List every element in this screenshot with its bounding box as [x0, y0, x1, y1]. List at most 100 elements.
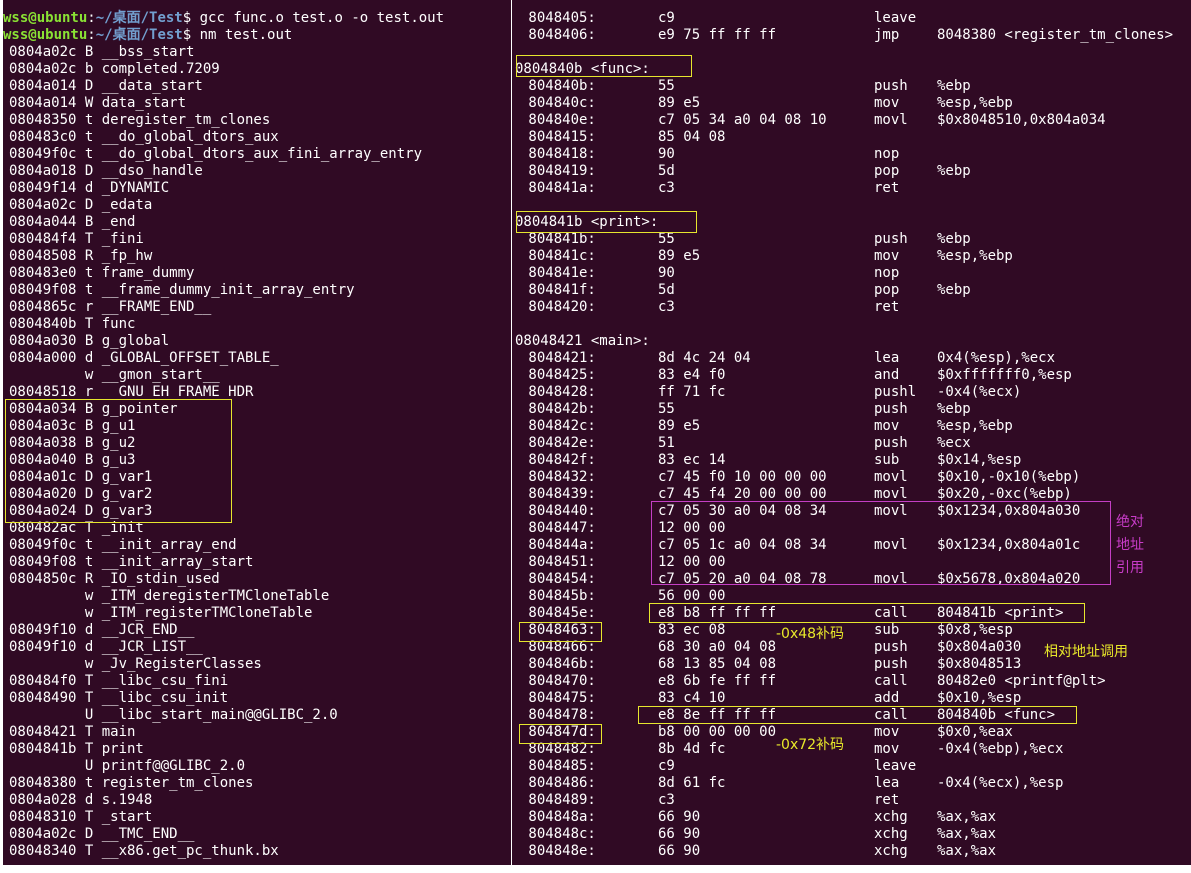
asm-addr: 804840e: [520, 112, 596, 128]
asm-addr: 8048447: [520, 520, 596, 536]
asm-op: -0x4(%ebp),%ecx [937, 741, 1064, 757]
asm-op: %ecx [937, 435, 971, 451]
annotation-complement-72: -0x72补码 [776, 737, 845, 753]
asm-mn: push [874, 656, 908, 672]
annotation-absolute-ref: 绝对地址引用 [1116, 514, 1144, 576]
asm-bytes: 83 c4 10 [658, 690, 726, 706]
asm-bytes: 83 e4 f0 [658, 367, 726, 383]
asm-op: %ebp [937, 231, 971, 247]
asm-mn: pushl [874, 384, 917, 400]
nm-line: 08049f10 d __JCR_END__ [9, 622, 195, 638]
right-terminal[interactable]: 8048405: c9 leave 8048406: e9 75 ff ff ff jm… [512, 0, 1191, 865]
nm-line: 0804a030 B g_global [9, 333, 170, 349]
nm-line: 08048508 R _fp_hw [9, 248, 153, 264]
nm-line: 08048380 t register_tm_clones [9, 775, 254, 791]
asm-mn: ret [874, 299, 900, 315]
prompt-user: wss@ubuntu [3, 10, 88, 26]
asm-addr: 804841f: [520, 282, 596, 298]
annotation-relative-call: 相对地址调用 [1044, 644, 1128, 660]
asm-mn: pop [874, 282, 900, 298]
asm-mn: pop [874, 163, 900, 179]
asm-bytes: c3 [658, 299, 675, 315]
asm-addr: 8048470: [520, 673, 596, 689]
asm-mn: mov [874, 95, 900, 111]
asm-addr: 804846b: [520, 656, 596, 672]
asm-bytes: 90 [658, 146, 675, 162]
asm-mn: lea [874, 350, 900, 366]
asm-addr: 8048420: [520, 299, 596, 315]
nm-line: 080483c0 t __do_global_dtors_aux [9, 129, 279, 145]
asm-addr: 804840c: [520, 95, 596, 111]
asm-addr: 804841b: [520, 231, 596, 247]
annotation-complement-48: -0x48补码 [776, 626, 845, 642]
nm-line: 08049f0c t __do_global_dtors_aux_fini_ar… [9, 146, 423, 162]
nm-line: 0804840b T func [9, 316, 136, 332]
asm-mn: leave [874, 10, 917, 26]
asm-op: -0x4(%ecx) [937, 384, 1022, 400]
asm-bytes: 8b 4d fc [658, 741, 726, 757]
asm-mn: nop [874, 146, 900, 162]
asm-bytes: c7 05 34 a0 04 08 10 [658, 112, 827, 128]
nm-line: 0804a02c D __TMC_END__ [9, 826, 195, 842]
asm-mn: nop [874, 265, 900, 281]
asm-addr: 8048406: [520, 27, 596, 43]
nm-line: 08048310 T _start [9, 809, 153, 825]
asm-op: $0x10,-0x10(%ebp) [937, 469, 1081, 485]
nm-line: w _ITM_deregisterTMCloneTable [9, 588, 330, 604]
asm-addr: 804841c: [520, 248, 596, 264]
highlight-addr-804847d [519, 724, 602, 744]
asm-op: $0x0,%eax [937, 724, 1013, 740]
highlight-func-label [516, 55, 692, 77]
asm-bytes: 55 [658, 231, 675, 247]
asm-mn: push [874, 231, 908, 247]
asm-addr: 8048439: [520, 486, 596, 502]
asm-bytes: 83 ec 14 [658, 452, 726, 468]
asm-addr: 804840b: [520, 78, 596, 94]
nm-line: 08049f08 t __frame_dummy_init_array_entr… [9, 282, 355, 298]
nm-line: w _Jv_RegisterClasses [9, 656, 262, 672]
asm-bytes: 90 [658, 265, 675, 281]
command-text: nm test.out [199, 27, 293, 43]
asm-addr: 8048428: [520, 384, 596, 400]
asm-bytes: c9 [658, 758, 675, 774]
asm-bytes: c3 [658, 792, 675, 808]
asm-bytes: 8d 4c 24 04 [658, 350, 751, 366]
nm-line: 08048421 T main [9, 724, 136, 740]
asm-addr: 804845e: [520, 605, 596, 621]
asm-mn: push [874, 435, 908, 451]
prompt-user: wss@ubuntu [3, 27, 88, 43]
asm-addr: 804848e: [520, 843, 596, 859]
asm-op: %esp,%ebp [937, 248, 1013, 264]
asm-addr: 804844a: [520, 537, 596, 553]
asm-mn: jmp [874, 27, 900, 43]
asm-mn: leave [874, 758, 917, 774]
asm-op: %ax,%ax [937, 809, 997, 825]
asm-bytes: 66 90 [658, 809, 701, 825]
asm-bytes: ff 71 fc [658, 384, 726, 400]
asm-op: $0x8048513 [937, 656, 1022, 672]
nm-line: w _ITM_registerTMCloneTable [9, 605, 313, 621]
nm-line: 0804a02c b completed.7209 [9, 61, 220, 77]
nm-line: 08049f0c t __init_array_end [9, 537, 237, 553]
highlight-absolute-refs [651, 501, 1111, 585]
asm-bytes: 8d 61 fc [658, 775, 726, 791]
asm-bytes: 66 90 [658, 843, 701, 859]
nm-line: 08048350 t deregister_tm_clones [9, 112, 271, 128]
asm-addr: 8048475: [520, 690, 596, 706]
asm-op: %ebp [937, 282, 971, 298]
asm-op: $0x8048510,0x804a034 [937, 112, 1106, 128]
asm-mn: push [874, 639, 908, 655]
asm-bytes: 5d [658, 282, 675, 298]
nm-line: 080483e0 t frame_dummy [9, 265, 195, 281]
nm-line: 0804a014 W data_start [9, 95, 187, 111]
asm-mn: mov [874, 418, 900, 434]
asm-addr: 8048419: [520, 163, 596, 179]
asm-addr: 804848c: [520, 826, 596, 842]
asm-op: $0x10,%esp [937, 690, 1022, 706]
left-terminal[interactable]: wss@ubuntu:~/桌面/Test$ gcc func.o test.o … [3, 0, 511, 865]
nm-line: 0804865c r __FRAME_END__ [9, 299, 212, 315]
asm-bytes: 89 e5 [658, 418, 701, 434]
asm-mn: and [874, 367, 900, 383]
prompt-path: ~/桌面/Test [95, 27, 183, 43]
nm-line: 0804a028 d s.1948 [9, 792, 153, 808]
